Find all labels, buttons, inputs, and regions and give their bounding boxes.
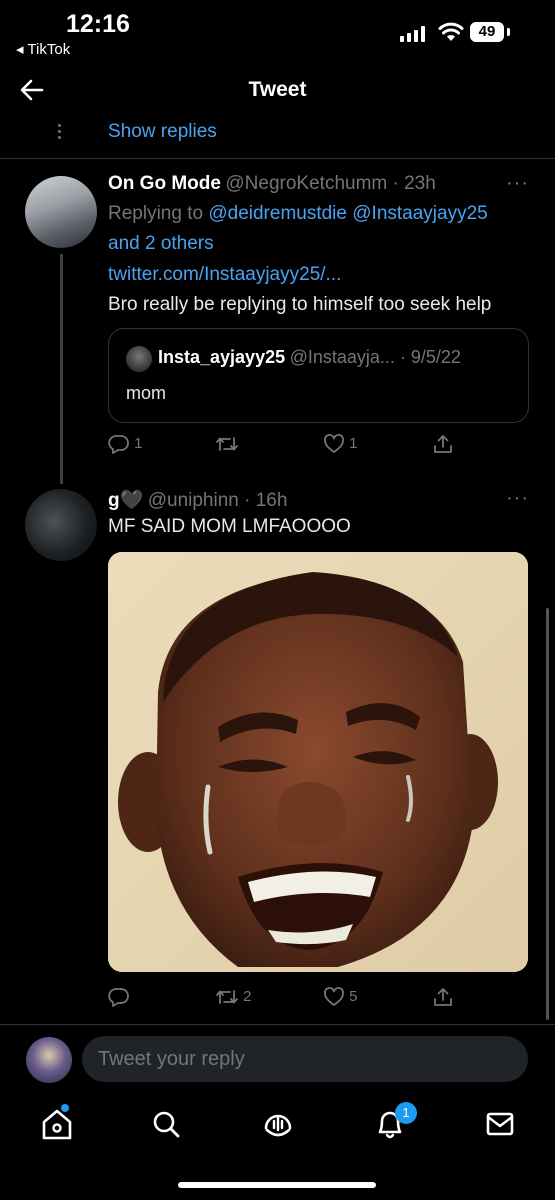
- heart-icon: [324, 434, 344, 453]
- status-time: 12:16: [66, 10, 130, 38]
- reply-input[interactable]: Tweet your reply: [82, 1036, 528, 1082]
- home-icon[interactable]: [37, 1104, 77, 1144]
- notifications-badge: 1: [395, 1102, 417, 1124]
- reply-count: 1: [134, 434, 143, 452]
- crying-laughing-face-image: [108, 552, 528, 972]
- quoted-header: Insta_ayjayy25 @Instaayja... · 9/5/22: [158, 347, 461, 368]
- reply-icon: [108, 435, 129, 454]
- replying-to-handles[interactable]: @deidremustdie @Instaayjayy25: [208, 203, 487, 224]
- tweet-text: MF SAID MOM LMFAOOOO: [108, 516, 351, 537]
- like-count: 5: [349, 987, 358, 1005]
- more-options-icon[interactable]: ···: [506, 487, 529, 510]
- avatar[interactable]: [25, 176, 97, 248]
- reply-button[interactable]: 1: [108, 433, 143, 455]
- back-to-app-link[interactable]: ◂ TikTok: [16, 40, 70, 58]
- share-icon: [434, 435, 452, 453]
- more-options-icon[interactable]: ···: [506, 172, 529, 195]
- tweet-header: On Go Mode @NegroKetchumm · 23h: [108, 173, 436, 195]
- quoted-tweet[interactable]: [108, 328, 529, 423]
- share-icon: [434, 988, 452, 1006]
- quoted-avatar: [126, 346, 152, 372]
- scrollbar[interactable]: [546, 608, 549, 1020]
- replying-to: Replying to @deidremustdie @Instaayjayy2…: [108, 199, 528, 259]
- messages-icon[interactable]: [480, 1104, 520, 1144]
- reply-button[interactable]: [108, 986, 130, 1008]
- like-count: 1: [349, 434, 358, 452]
- like-button[interactable]: 1: [323, 433, 358, 455]
- thread-connector-line: [60, 254, 63, 484]
- spaces-icon[interactable]: [258, 1104, 298, 1144]
- battery-icon: 49: [470, 22, 504, 42]
- replying-to-label: Replying to: [108, 203, 204, 224]
- cellular-signal-icon: [400, 26, 426, 42]
- my-avatar[interactable]: [26, 1037, 72, 1083]
- quoted-text: mom: [126, 383, 166, 403]
- retweet-icon: [216, 437, 238, 451]
- quoted-author-name: Insta_ayjayy25: [158, 347, 286, 367]
- retweet-button[interactable]: 2: [215, 986, 252, 1008]
- home-unread-dot: [61, 1104, 69, 1112]
- retweet-button[interactable]: [215, 433, 239, 455]
- tweet-image-crying-laughing-face[interactable]: [108, 552, 528, 972]
- retweet-icon: [216, 990, 238, 1004]
- reply-icon: [108, 988, 129, 1007]
- tweet-header: g🖤 @uniphinn · 16h: [108, 488, 287, 512]
- replying-to-others[interactable]: and 2 others: [108, 233, 214, 254]
- share-button[interactable]: [432, 986, 454, 1008]
- divider: [0, 158, 555, 159]
- quoted-handle-time: @Instaayja... · 9/5/22: [289, 347, 461, 367]
- home-indicator: [178, 1182, 376, 1188]
- wifi-icon: [438, 22, 464, 41]
- thread-gap-dots-icon: [58, 124, 62, 142]
- retweet-count: 2: [243, 987, 252, 1005]
- divider: [0, 1024, 555, 1025]
- tweet-link[interactable]: twitter.com/Instaayjayy25/...: [108, 260, 341, 290]
- author-name[interactable]: g🖤: [108, 490, 143, 511]
- tweet-text: Bro really be replying to himself too se…: [108, 294, 492, 315]
- avatar[interactable]: [25, 489, 97, 561]
- like-button[interactable]: 5: [323, 986, 358, 1008]
- page-title: Tweet: [248, 78, 307, 101]
- heart-icon: [324, 987, 344, 1006]
- battery-tip: [507, 28, 510, 36]
- share-button[interactable]: [432, 433, 454, 455]
- author-handle-time[interactable]: @uniphinn · 16h: [148, 490, 288, 511]
- author-name[interactable]: On Go Mode: [108, 173, 221, 194]
- search-icon[interactable]: [146, 1104, 186, 1144]
- show-replies-link[interactable]: Show replies: [108, 121, 217, 143]
- author-handle-time[interactable]: @NegroKetchumm · 23h: [225, 173, 435, 194]
